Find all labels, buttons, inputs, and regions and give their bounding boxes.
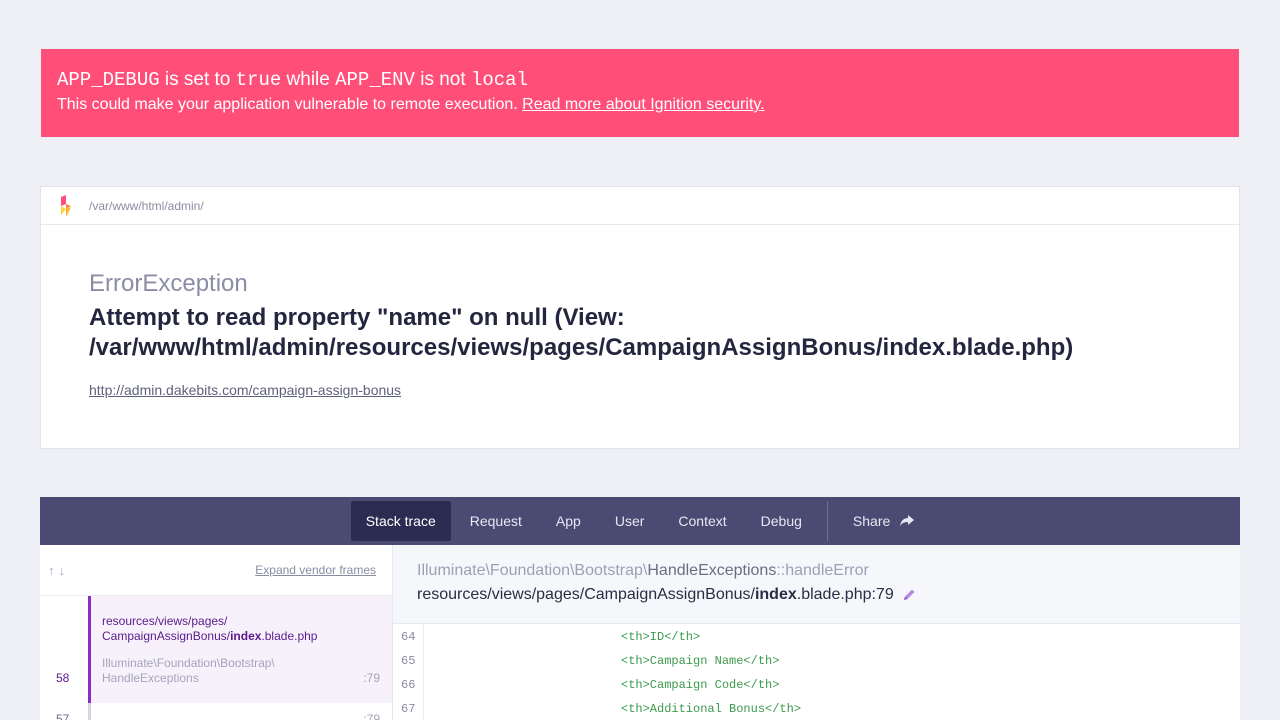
- tab-stack-trace[interactable]: Stack trace: [350, 501, 451, 541]
- frame-namespace: Illuminate\Foundation\Bootstrap\: [102, 656, 275, 670]
- arrow-down-icon[interactable]: ↓: [59, 563, 66, 578]
- code-snippet: 64 <th>ID</th> 65 <th>Campaign Name</th> 6…: [393, 624, 1240, 720]
- frame-file-path: resources/views/pages/CampaignAssignBonu…: [417, 585, 1216, 605]
- error-card-header: /var/www/html/admin/: [41, 187, 1239, 225]
- frame-file-name: index: [230, 629, 262, 643]
- frame-file: resources/views/pages/ CampaignAssignBon…: [102, 614, 380, 644]
- frame-number: 58: [56, 671, 70, 685]
- frame-line: :79: [363, 671, 380, 685]
- env-key: APP_ENV: [335, 69, 415, 91]
- warning-text: is set to: [159, 69, 236, 90]
- security-warning-banner: APP_DEBUG is set to true while APP_ENV i…: [41, 49, 1239, 137]
- share-button[interactable]: Share: [838, 501, 929, 541]
- line-number: 67: [401, 702, 416, 716]
- line-number: 65: [401, 654, 416, 668]
- warning-message-text: This could make your application vulnera…: [57, 96, 523, 113]
- tab-app[interactable]: App: [541, 501, 596, 541]
- code-viewer: Illuminate\Foundation\Bootstrap\HandleEx…: [393, 545, 1240, 720]
- frame-class-name: HandleExceptions: [647, 562, 777, 579]
- share-arrow-icon: [900, 515, 915, 526]
- frame-class: Illuminate\Foundation\Bootstrap\ HandleE…: [102, 656, 380, 686]
- exception-message: Attempt to read property "name" on null …: [89, 303, 1191, 363]
- request-url-link[interactable]: http://admin.dakebits.com/campaign-assig…: [89, 382, 401, 398]
- line-number: 66: [401, 678, 416, 692]
- file-name: index: [754, 586, 797, 603]
- frame-method: ::handleError: [776, 562, 869, 579]
- tab-divider: [826, 501, 828, 541]
- warning-text: is not: [414, 69, 471, 90]
- exception-class: ErrorException: [89, 270, 248, 297]
- warning-message: This could make your application vulnera…: [57, 95, 1223, 115]
- error-card: /var/www/html/admin/ ErrorException Atte…: [40, 186, 1240, 449]
- tab-debug[interactable]: Debug: [746, 501, 817, 541]
- warning-text: while: [281, 69, 336, 90]
- frame-class-name: HandleExceptions: [102, 671, 199, 685]
- frame-number: 57: [56, 712, 70, 720]
- stack-controls: ↑ ↓ Expand vendor frames: [40, 545, 392, 596]
- frame-signature: Illuminate\Foundation\Bootstrap\HandleEx…: [417, 561, 1216, 581]
- stack-frame[interactable]: 57 :79: [56, 703, 392, 720]
- code-line: 66 <th>Campaign Code</th>: [393, 672, 1240, 696]
- stack-frames-panel: ↑ ↓ Expand vendor frames resources/views…: [40, 545, 393, 720]
- tab-request[interactable]: Request: [455, 501, 537, 541]
- ignition-logo-icon: [61, 194, 71, 217]
- debug-key: APP_DEBUG: [57, 69, 160, 91]
- line-code: <th>Additional Bonus</th>: [621, 702, 802, 716]
- code-line: 64 <th>ID</th>: [393, 624, 1240, 648]
- tab-context[interactable]: Context: [663, 501, 741, 541]
- tab-user[interactable]: User: [600, 501, 660, 541]
- line-code: <th>ID</th>: [621, 630, 701, 644]
- line-code: <th>Campaign Name</th>: [621, 654, 780, 668]
- frame-namespace: Illuminate\Foundation\Bootstrap\: [417, 562, 648, 579]
- project-path: /var/www/html/admin/: [89, 198, 204, 213]
- file-dir: resources/views/pages/CampaignAssignBonu…: [417, 586, 755, 603]
- line-code: <th>Campaign Code</th>: [621, 678, 780, 692]
- code-viewer-header: Illuminate\Foundation\Bootstrap\HandleEx…: [393, 545, 1240, 624]
- share-label: Share: [852, 513, 891, 529]
- arrow-up-icon[interactable]: ↑: [48, 563, 55, 578]
- warning-headline: APP_DEBUG is set to true while APP_ENV i…: [57, 68, 1223, 92]
- exception-message-line: /var/www/html/admin/resources/views/page…: [89, 334, 1074, 361]
- tab-bar: Stack trace Request App User Context Deb…: [40, 497, 1240, 545]
- code-line: 65 <th>Campaign Name</th>: [393, 648, 1240, 672]
- env-value: local: [470, 69, 528, 91]
- stack-frame-selected[interactable]: resources/views/pages/ CampaignAssignBon…: [56, 596, 392, 703]
- frame-file-ext: .blade.php: [261, 629, 318, 643]
- security-docs-link[interactable]: Read more about Ignition security.: [522, 96, 765, 113]
- frame-file-dir: CampaignAssignBonus/: [102, 629, 231, 643]
- exception-message-line: Attempt to read property "name" on null …: [89, 304, 625, 331]
- frame-file-prefix: resources/views/pages/: [102, 614, 228, 628]
- file-ext-line: .blade.php:79: [796, 586, 894, 603]
- line-number: 64: [401, 630, 416, 644]
- frame-line: :79: [363, 712, 380, 720]
- code-line: 67 <th>Additional Bonus</th>: [393, 696, 1240, 720]
- debug-value: true: [235, 69, 282, 91]
- pencil-edit-icon[interactable]: [902, 588, 916, 602]
- expand-vendor-frames-link[interactable]: Expand vendor frames: [255, 563, 376, 577]
